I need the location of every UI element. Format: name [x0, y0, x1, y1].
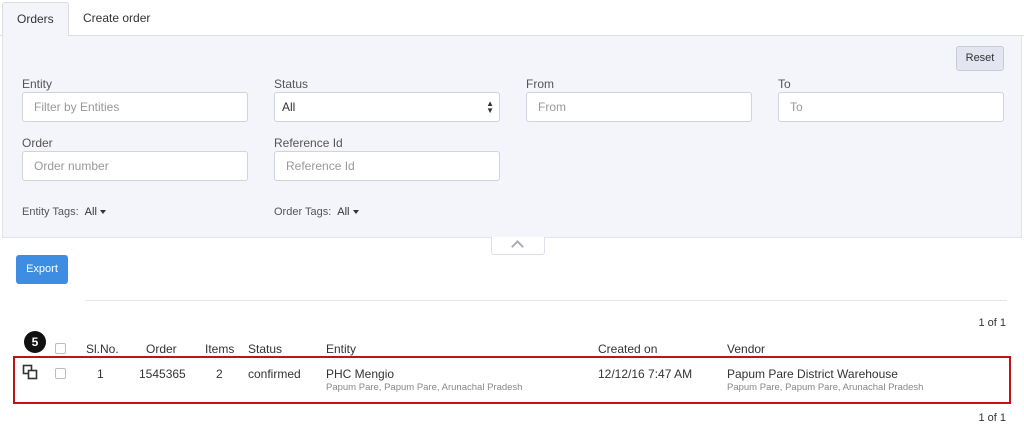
row-checkbox[interactable] — [55, 368, 66, 379]
entity-tags-value: All — [84, 206, 97, 218]
header-slno: Sl.No. — [86, 342, 119, 356]
entity-tags-filter[interactable]: Entity Tags: All — [22, 206, 106, 218]
row-status: confirmed — [248, 367, 301, 381]
select-arrows-icon: ▲ ▼ — [486, 99, 494, 115]
status-select-value: All — [282, 100, 296, 114]
to-date-input[interactable]: To — [778, 92, 1004, 122]
tab-orders[interactable]: Orders — [2, 2, 69, 37]
order-label: Order — [22, 136, 53, 150]
to-label: To — [778, 77, 791, 91]
from-date-input[interactable]: From — [526, 92, 752, 122]
entity-label: Entity — [22, 77, 53, 91]
row-order[interactable]: 1545365 — [139, 367, 186, 381]
tab-create-order[interactable]: Create order — [69, 2, 164, 37]
entity-filter-input[interactable]: Filter by Entities — [22, 92, 248, 122]
caret-down-icon — [352, 210, 359, 215]
copy-icon[interactable] — [22, 364, 38, 380]
status-label: Status — [274, 77, 309, 91]
order-tags-label: Order Tags: — [274, 206, 332, 218]
row-slno: 1 — [97, 367, 104, 381]
row-vendor-name[interactable]: Papum Pare District Warehouse — [727, 367, 898, 381]
chevron-up-icon — [511, 240, 524, 253]
export-button[interactable]: Export — [16, 255, 68, 284]
select-all-checkbox[interactable] — [55, 343, 66, 354]
row-entity-name[interactable]: PHC Mengio — [326, 367, 394, 381]
status-select[interactable]: All ▲ ▼ — [274, 92, 500, 122]
step-marker-badge: 5 — [24, 331, 46, 353]
pagination-bottom: 1 of 1 — [978, 412, 1006, 424]
header-created-on: Created on — [598, 342, 658, 356]
entity-tags-label: Entity Tags: — [22, 206, 79, 218]
header-vendor: Vendor — [727, 342, 766, 356]
header-order: Order — [146, 342, 177, 356]
caret-down-icon — [99, 210, 106, 215]
order-number-input[interactable]: Order number — [22, 151, 248, 181]
collapse-filters-button[interactable] — [491, 237, 545, 255]
from-label: From — [526, 77, 554, 91]
header-items: Items — [205, 342, 235, 356]
row-entity-location: Papum Pare, Papum Pare, Arunachal Prades… — [326, 382, 523, 393]
order-tags-filter[interactable]: Order Tags: All — [274, 206, 359, 218]
reset-button[interactable]: Reset — [956, 46, 1004, 71]
filter-panel: Reset Entity Filter by Entities Status A… — [2, 36, 1022, 238]
reference-id-input[interactable]: Reference Id — [274, 151, 500, 181]
header-status: Status — [248, 342, 283, 356]
divider — [85, 300, 1007, 301]
row-items: 2 — [216, 367, 223, 381]
order-tags-value: All — [337, 206, 350, 218]
row-vendor-location: Papum Pare, Papum Pare, Arunachal Prades… — [727, 382, 924, 393]
tab-bar: Orders Create order — [0, 0, 1024, 37]
row-created-on: 12/12/16 7:47 AM — [598, 367, 693, 381]
reference-id-label: Reference Id — [274, 136, 343, 150]
header-entity: Entity — [326, 342, 357, 356]
pagination-top: 1 of 1 — [978, 317, 1006, 329]
